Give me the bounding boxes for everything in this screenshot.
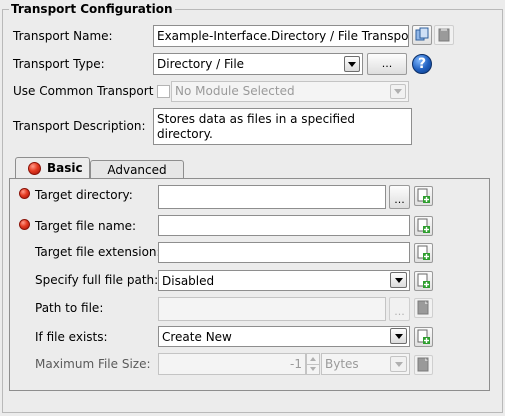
transport-type-label: Transport Type: <box>13 57 105 71</box>
transport-name-input[interactable]: Example-Interface.Directory / File Trans… <box>153 25 409 47</box>
target-file-extension-input[interactable] <box>158 242 410 263</box>
target-directory-label: Target directory: <box>35 188 133 202</box>
if-file-exists-dropdown-button[interactable] <box>390 328 407 344</box>
maximum-file-size-label: Maximum File Size: <box>35 357 151 371</box>
if-file-exists-label: If file exists: <box>35 330 108 344</box>
transport-type-browse-button[interactable]: ... <box>367 53 407 75</box>
tab-advanced[interactable]: Advanced <box>90 160 184 179</box>
specify-full-file-path-add-button[interactable] <box>414 271 433 291</box>
paste-button[interactable] <box>434 25 454 45</box>
chevron-down-icon <box>394 277 403 283</box>
transport-type-select[interactable]: Directory / File <box>153 53 363 75</box>
transport-description-textarea[interactable]: Stores data as files in a specified dire… <box>153 108 412 145</box>
transport-name-label: Transport Name: <box>13 29 113 43</box>
tab-basic[interactable]: Basic <box>15 157 90 178</box>
error-icon <box>19 188 30 199</box>
use-common-transport-checkbox[interactable] <box>157 85 170 98</box>
maximum-file-size-input[interactable]: -1 <box>158 353 306 375</box>
target-file-extension-add-button[interactable] <box>414 243 433 263</box>
if-file-exists-select[interactable]: Create New <box>158 326 410 347</box>
spinner-down-icon[interactable] <box>307 365 319 375</box>
if-file-exists-add-button[interactable] <box>414 327 433 347</box>
specify-full-file-path-label: Specify full file path: <box>35 273 159 287</box>
maximum-file-size-add-button[interactable] <box>414 355 433 375</box>
add-document-icon <box>417 329 430 344</box>
error-icon <box>28 162 41 175</box>
chevron-down-icon <box>394 361 403 367</box>
target-directory-add-button[interactable] <box>414 186 433 206</box>
spinner-up-icon[interactable] <box>307 354 319 365</box>
add-document-icon <box>417 273 430 288</box>
target-directory-browse-button[interactable]: ... <box>389 185 410 209</box>
use-common-transport-label: Use Common Transport <box>13 84 154 98</box>
path-to-file-input[interactable] <box>158 297 386 321</box>
transport-description-label: Transport Description: <box>13 119 146 133</box>
add-document-icon <box>417 245 430 260</box>
path-to-file-label: Path to file: <box>35 301 104 315</box>
tab-basic-label: Basic <box>47 161 83 175</box>
error-icon <box>19 219 30 230</box>
common-transport-select[interactable]: No Module Selected <box>171 81 409 102</box>
target-file-extension-label: Target file extension: <box>35 245 161 259</box>
file-size-unit-dropdown-button[interactable] <box>390 356 407 372</box>
chevron-down-icon <box>394 333 403 339</box>
add-document-icon <box>417 357 429 372</box>
add-document-icon <box>417 188 430 203</box>
path-to-file-browse-button[interactable]: ... <box>389 297 410 321</box>
target-file-name-label: Target file name: <box>35 219 137 233</box>
group-title: Transport Configuration <box>9 2 175 16</box>
help-icon[interactable]: ? <box>412 54 432 74</box>
common-transport-dropdown-button[interactable] <box>390 84 406 99</box>
target-file-name-add-button[interactable] <box>414 216 433 236</box>
add-document-icon <box>417 218 430 233</box>
copy-button[interactable] <box>412 25 432 45</box>
path-to-file-add-button[interactable] <box>414 298 433 318</box>
paste-icon <box>438 28 450 42</box>
copy-icon <box>415 27 429 41</box>
add-document-icon <box>417 300 429 315</box>
specify-full-file-path-dropdown-button[interactable] <box>390 272 407 288</box>
target-file-name-input[interactable] <box>158 215 410 236</box>
maximum-file-size-spinner[interactable] <box>306 353 320 375</box>
transport-type-dropdown-button[interactable] <box>344 56 360 72</box>
target-directory-input[interactable] <box>158 185 386 209</box>
chevron-down-icon <box>348 61 356 67</box>
chevron-down-icon <box>394 89 402 94</box>
specify-full-file-path-select[interactable]: Disabled <box>158 270 410 291</box>
